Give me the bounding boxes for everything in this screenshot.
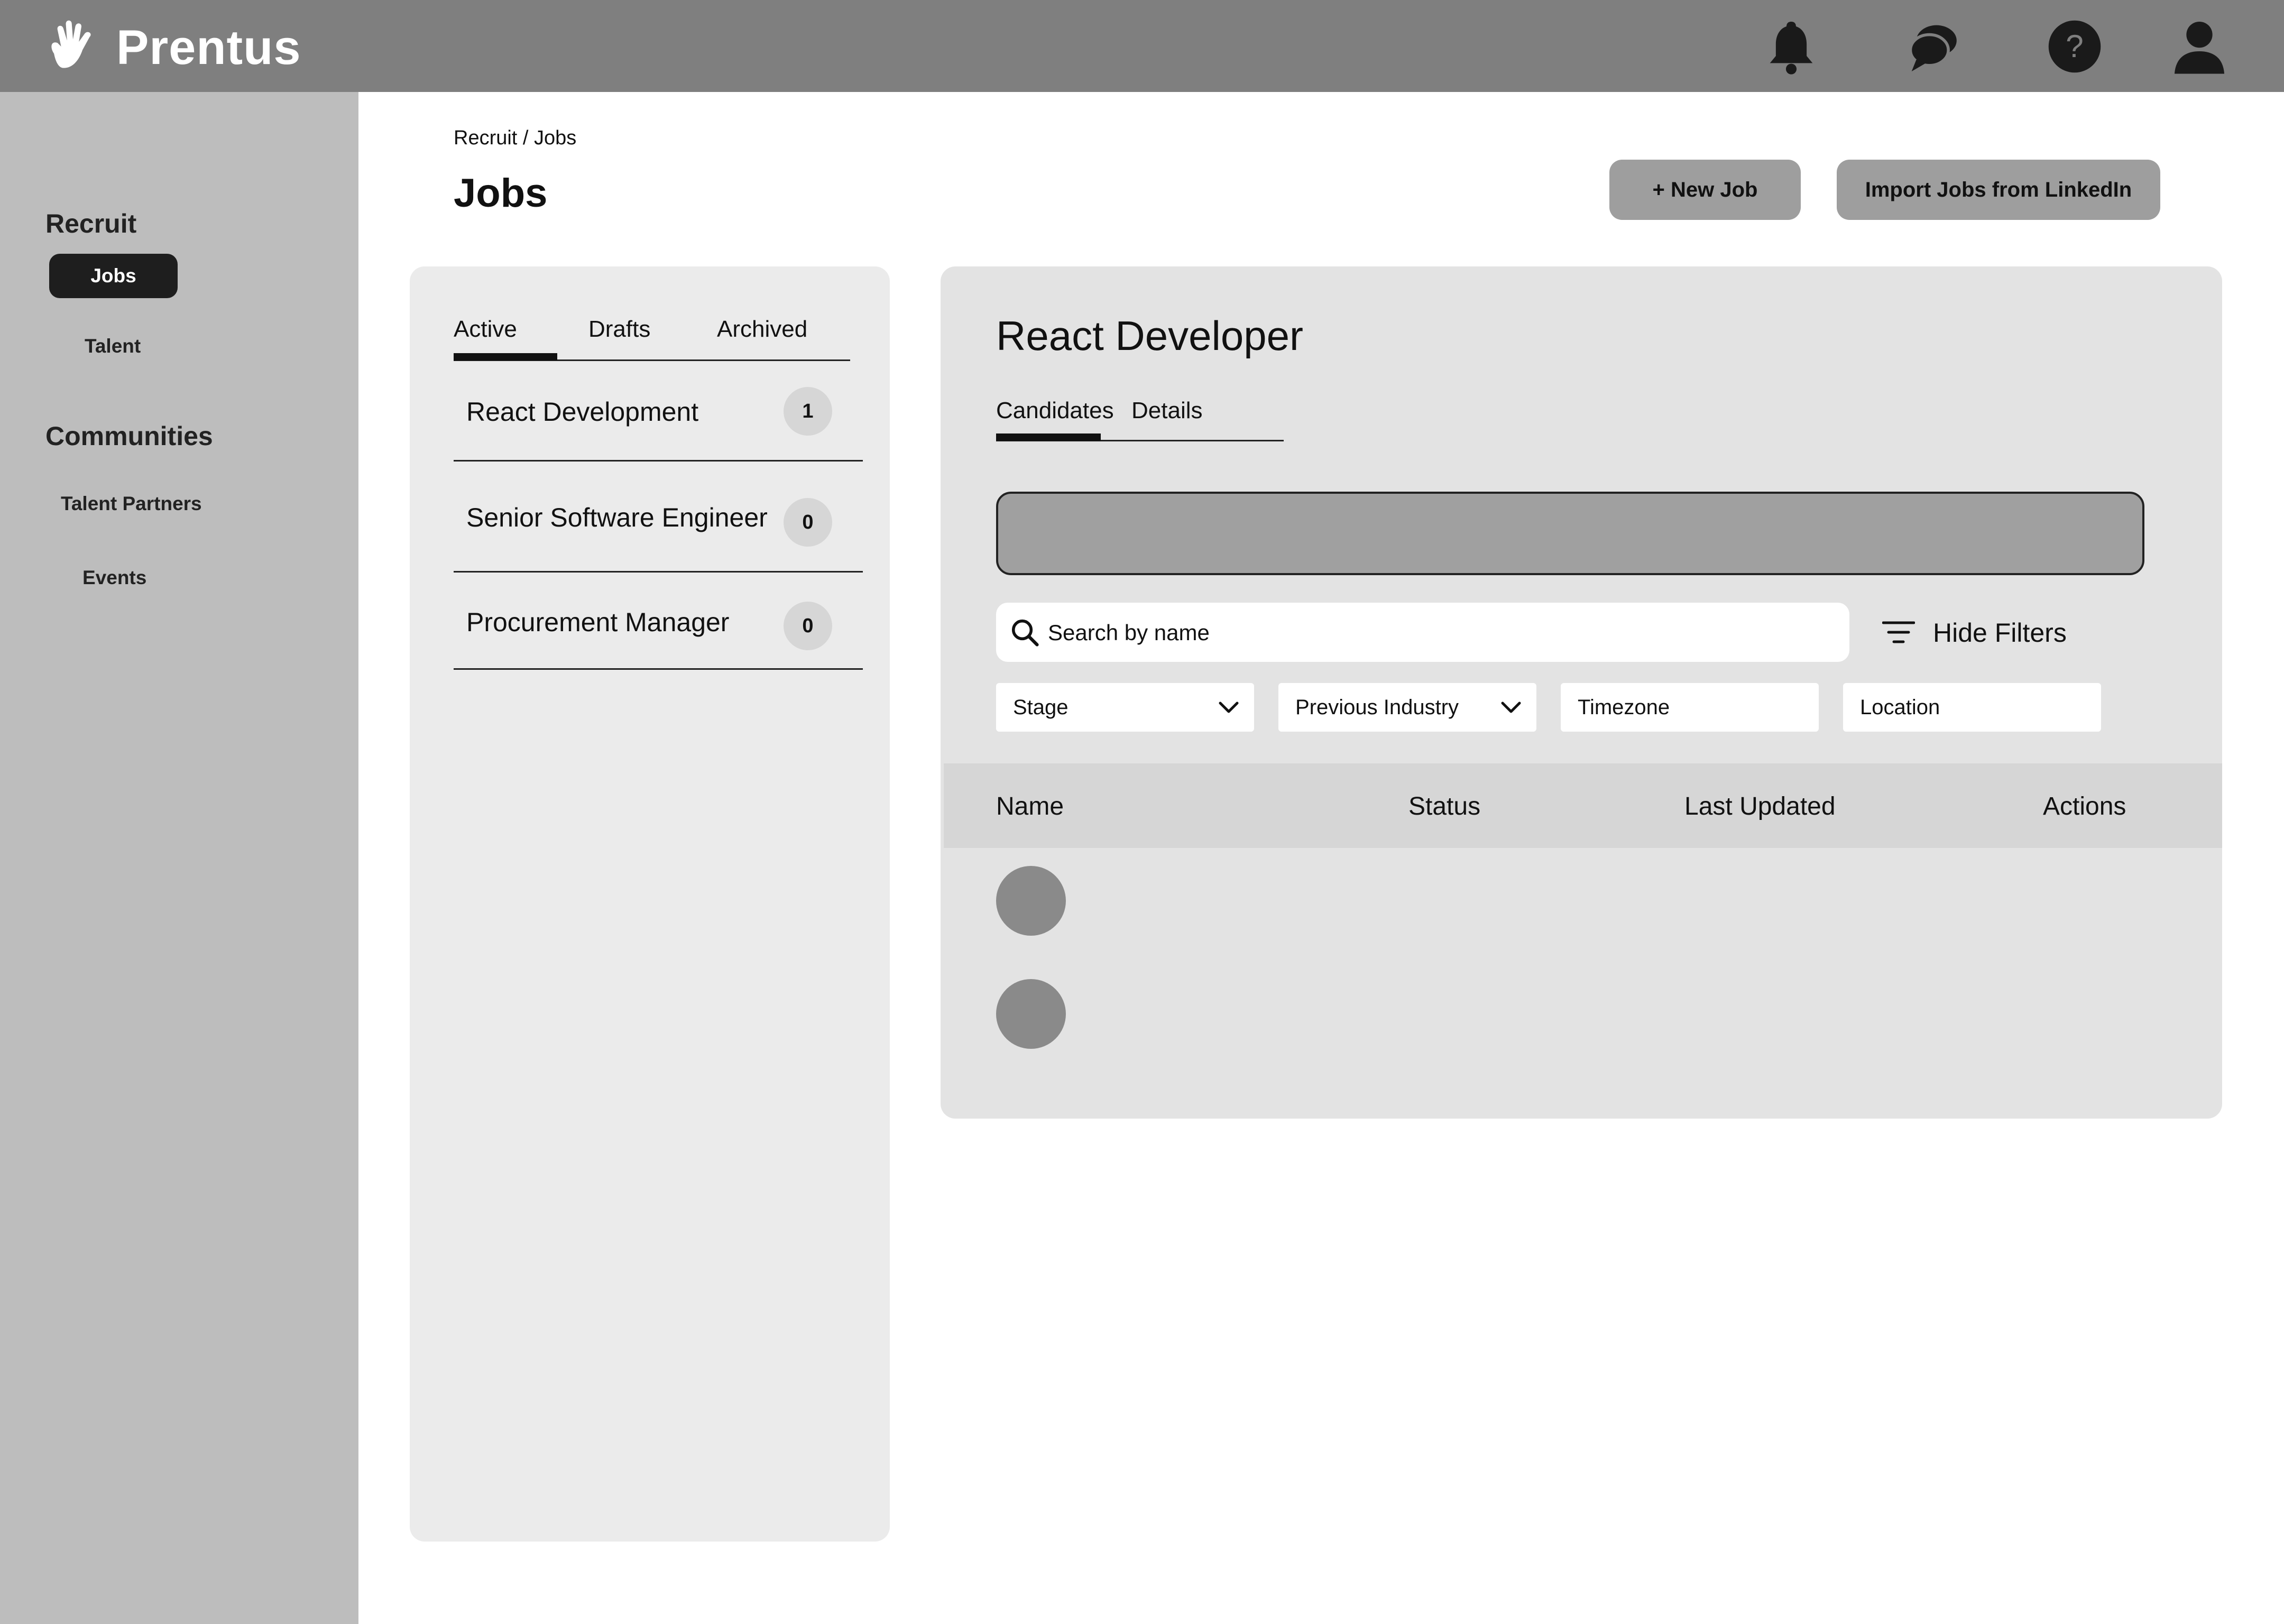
timezone-filter[interactable]: Timezone xyxy=(1561,683,1819,732)
bell-icon[interactable] xyxy=(1762,17,1821,76)
job-title: Procurement Manager xyxy=(466,607,730,637)
job-title: Senior Software Engineer xyxy=(466,503,768,532)
column-header-actions[interactable]: Actions xyxy=(2043,792,2126,821)
search-icon xyxy=(1011,619,1039,647)
hide-filters-button[interactable]: Hide Filters xyxy=(1882,613,2083,651)
location-filter[interactable]: Location xyxy=(1843,683,2101,732)
sidebar xyxy=(0,92,358,1624)
chevron-down-icon xyxy=(1219,702,1239,713)
brand-name: Prentus xyxy=(116,21,301,75)
breadcrumb[interactable]: Recruit / Jobs xyxy=(454,127,576,150)
column-header-status[interactable]: Status xyxy=(1408,792,1480,821)
filter-icon xyxy=(1882,621,1915,643)
candidate-count-badge: 1 xyxy=(784,387,832,436)
tab-archived[interactable]: Archived xyxy=(717,316,807,343)
tab-drafts[interactable]: Drafts xyxy=(588,316,650,343)
prentus-logo-icon[interactable] xyxy=(43,17,103,76)
sidebar-item-jobs[interactable]: Jobs xyxy=(49,254,178,298)
chevron-down-icon xyxy=(1501,702,1521,713)
column-header-name[interactable]: Name xyxy=(996,792,1064,821)
help-icon[interactable]: ? xyxy=(2045,17,2104,76)
chat-icon[interactable] xyxy=(1903,17,1963,76)
tab-candidates[interactable]: Candidates xyxy=(996,398,1114,424)
column-header-last-updated[interactable]: Last Updated xyxy=(1684,792,1836,821)
hide-filters-label: Hide Filters xyxy=(1933,618,2067,648)
job-list-item-react-development[interactable]: React Development 1 xyxy=(454,359,863,462)
job-title: React Development xyxy=(466,397,699,427)
filter-label: Timezone xyxy=(1578,696,1670,719)
candidate-count-badge: 0 xyxy=(784,498,832,547)
job-detail-title: React Developer xyxy=(996,312,1303,359)
tab-active[interactable]: Active xyxy=(454,316,517,343)
candidate-search-box[interactable] xyxy=(996,603,1849,663)
sidebar-item-talent-partners[interactable]: Talent Partners xyxy=(61,493,202,515)
filter-label: Previous Industry xyxy=(1295,696,1459,719)
import-linkedin-button-label: Import Jobs from LinkedIn xyxy=(1865,178,2132,201)
new-job-button[interactable]: + New Job xyxy=(1609,160,1801,220)
candidates-table-header xyxy=(944,763,2222,848)
import-linkedin-button[interactable]: Import Jobs from LinkedIn xyxy=(1837,160,2160,220)
candidate-count-badge: 0 xyxy=(784,602,832,650)
search-input[interactable] xyxy=(1047,603,1831,663)
sidebar-item-label: Jobs xyxy=(90,265,136,287)
previous-industry-filter-dropdown[interactable]: Previous Industry xyxy=(1278,683,1536,732)
filter-label: Location xyxy=(1860,696,1940,719)
avatar[interactable] xyxy=(996,866,1066,936)
page-title: Jobs xyxy=(454,171,548,216)
stage-filter-dropdown[interactable]: Stage xyxy=(996,683,1254,732)
sidebar-item-events[interactable]: Events xyxy=(82,567,146,589)
sidebar-heading-recruit: Recruit xyxy=(45,209,137,238)
tab-details[interactable]: Details xyxy=(1131,398,1203,424)
sidebar-heading-communities: Communities xyxy=(45,421,213,451)
new-job-button-label: + New Job xyxy=(1652,178,1758,201)
tab-candidates-indicator xyxy=(996,433,1101,441)
job-list-item-senior-software-engineer[interactable]: Senior Software Engineer 0 xyxy=(454,470,863,573)
filter-label: Stage xyxy=(1013,696,1069,719)
profile-icon[interactable] xyxy=(2170,17,2229,76)
candidates-banner xyxy=(996,492,2144,575)
svg-text:?: ? xyxy=(2066,28,2084,64)
sidebar-item-talent[interactable]: Talent xyxy=(85,335,141,357)
avatar[interactable] xyxy=(996,979,1066,1049)
job-list-item-procurement-manager[interactable]: Procurement Manager 0 xyxy=(454,571,863,670)
